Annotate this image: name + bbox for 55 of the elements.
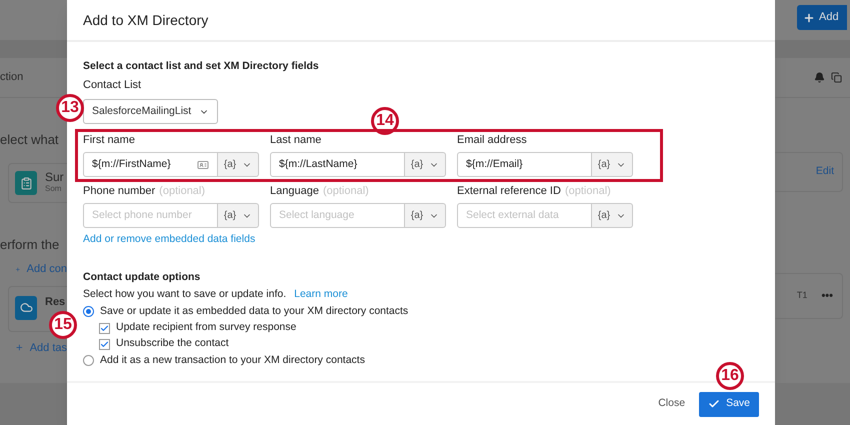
plus-icon — [15, 342, 24, 354]
field-label: Language — [270, 184, 319, 199]
piped-text-button[interactable]: {a} — [592, 203, 633, 228]
bell-icon[interactable] — [814, 72, 825, 83]
column-header: ction — [0, 70, 24, 86]
piped-text-button[interactable]: {a} — [405, 203, 446, 228]
radio-button[interactable] — [83, 355, 94, 366]
clipboard-icon — [15, 171, 37, 195]
field-label: Contact List — [83, 78, 142, 92]
radio-label: Save or update it as embedded data to your XM directory contacts — [100, 304, 408, 319]
card-title: Res — [45, 296, 66, 308]
text-input-field[interactable]: ${m://LastName} — [270, 152, 405, 177]
text-input-field[interactable]: ${m://FirstName} — [83, 152, 218, 177]
field-label: External reference ID — [457, 184, 561, 199]
learn-more-link[interactable]: Learn more — [294, 287, 348, 301]
step-number-callout: 15 — [49, 311, 77, 339]
field-label: Last name — [270, 133, 322, 148]
section-heading: Contact update options — [83, 270, 202, 284]
card-title: Sur — [45, 171, 64, 183]
embedded-data-link[interactable]: Add or remove embedded data fields — [83, 232, 759, 246]
checkbox-label: Unsubscribe the contact — [116, 336, 229, 352]
piped-text-button[interactable]: {a} — [218, 152, 259, 177]
more-menu-button[interactable]: ••• — [821, 288, 833, 304]
step-number-callout: 13 — [56, 94, 84, 122]
card-subtitle: Som — [45, 183, 62, 195]
save-button[interactable]: Save — [699, 392, 759, 416]
radio-label: Add it as a new transaction to your XM directory contacts — [100, 352, 365, 368]
text-input-field[interactable]: ${m://Email} — [457, 152, 592, 177]
field-label: First name — [83, 133, 135, 148]
copy-icon[interactable] — [831, 72, 842, 83]
section-heading: erform the — [0, 236, 60, 254]
section-heading: Select a contact list and set XM Directory fields — [83, 59, 320, 73]
plus-icon — [803, 12, 815, 24]
add-button[interactable]: Add — [797, 5, 847, 30]
close-button[interactable]: Close — [658, 396, 686, 412]
description-text: Select how you want to save or update info. — [83, 287, 286, 301]
piped-text-button[interactable]: {a} — [218, 203, 259, 228]
piped-text-button[interactable]: {a} — [592, 152, 633, 177]
piped-text-button[interactable]: {a} — [405, 152, 446, 177]
field-label: Phone number — [83, 184, 156, 199]
cloud-icon — [15, 296, 37, 320]
radio-button[interactable] — [83, 306, 94, 317]
dialog-title: Add to XM Directory — [83, 10, 208, 30]
checkmark-icon — [708, 398, 720, 410]
contact-list-dropdown[interactable]: SalesforceMailingList — [83, 99, 218, 124]
checkbox-label: Update recipient from survey response — [116, 320, 296, 336]
section-heading: elect what — [0, 131, 60, 149]
checkbox[interactable] — [99, 322, 110, 334]
checkbox[interactable] — [99, 338, 110, 350]
contact-card-icon[interactable] — [197, 158, 209, 170]
optional-hint: (optional) — [322, 184, 369, 199]
field-label: Email address — [457, 133, 527, 148]
task-tag: T1 — [796, 289, 808, 303]
optional-hint: (optional) — [564, 184, 611, 199]
optional-hint: (optional) — [159, 184, 206, 199]
